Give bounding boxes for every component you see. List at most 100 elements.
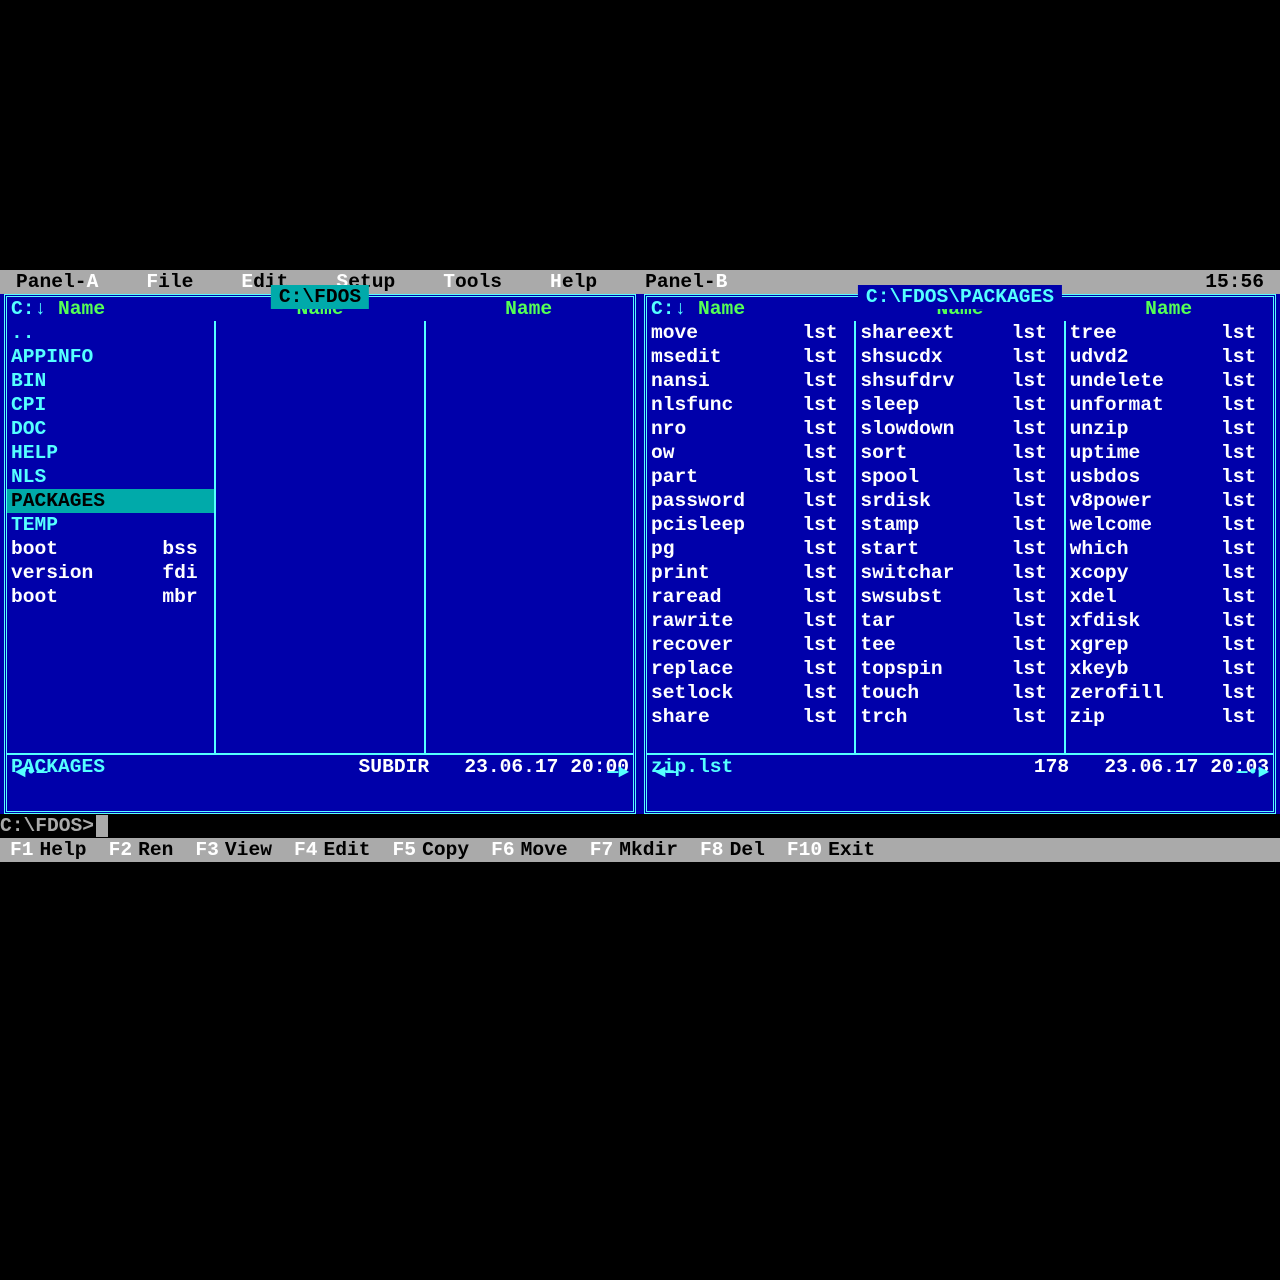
- entry-name: tar: [860, 609, 1011, 633]
- file-entry[interactable]: udvd2lst: [1066, 345, 1273, 369]
- file-entry[interactable]: startlst: [856, 537, 1063, 561]
- file-entry[interactable]: swsubstlst: [856, 585, 1063, 609]
- file-entry[interactable]: xgreplst: [1066, 633, 1273, 657]
- file-entry[interactable]: touchlst: [856, 681, 1063, 705]
- column-header[interactable]: Name: [1064, 297, 1273, 321]
- file-entry[interactable]: sleeplst: [856, 393, 1063, 417]
- directory-entry[interactable]: PACKAGES: [7, 489, 214, 513]
- fnkey-mkdir[interactable]: F7Mkdir: [580, 838, 678, 862]
- file-entry[interactable]: printlst: [647, 561, 854, 585]
- file-entry[interactable]: welcomelst: [1066, 513, 1273, 537]
- directory-entry[interactable]: ..: [7, 321, 214, 345]
- menu-item-tools[interactable]: Tools: [443, 270, 502, 294]
- entry-ext: lst: [1012, 681, 1060, 705]
- directory-entry[interactable]: HELP: [7, 441, 214, 465]
- file-entry[interactable]: recoverlst: [647, 633, 854, 657]
- menu-item-panelb[interactable]: Panel-B: [645, 270, 727, 294]
- file-entry[interactable]: zerofilllst: [1066, 681, 1273, 705]
- column-header[interactable]: C:↓ Name: [647, 297, 856, 321]
- file-entry[interactable]: pcisleeplst: [647, 513, 854, 537]
- fnkey-view[interactable]: F3View: [185, 838, 272, 862]
- file-entry[interactable]: shareextlst: [856, 321, 1063, 345]
- panel-a-footer: PACKAGES SUBDIR 23.06.17 20:00: [7, 753, 633, 777]
- entry-name: PACKAGES: [11, 489, 210, 513]
- fnkey-ren[interactable]: F2Ren: [99, 838, 174, 862]
- file-entry[interactable]: usbdoslst: [1066, 465, 1273, 489]
- file-entry[interactable]: sharelst: [647, 705, 854, 729]
- file-entry[interactable]: srdisklst: [856, 489, 1063, 513]
- file-entry[interactable]: undeletelst: [1066, 369, 1273, 393]
- directory-entry[interactable]: BIN: [7, 369, 214, 393]
- directory-entry[interactable]: TEMP: [7, 513, 214, 537]
- file-entry[interactable]: replacelst: [647, 657, 854, 681]
- file-entry[interactable]: shsucdxlst: [856, 345, 1063, 369]
- file-entry[interactable]: uptimelst: [1066, 441, 1273, 465]
- file-entry[interactable]: versionfdi: [7, 561, 214, 585]
- file-entry[interactable]: nrolst: [647, 417, 854, 441]
- fnkey-exit[interactable]: F10Exit: [777, 838, 875, 862]
- panel-b-title: C:\FDOS\PACKAGES: [858, 285, 1062, 309]
- file-entry[interactable]: xkeyblst: [1066, 657, 1273, 681]
- file-entry[interactable]: owlst: [647, 441, 854, 465]
- prompt-text: C:\FDOS>: [0, 814, 94, 838]
- file-entry[interactable]: topspinlst: [856, 657, 1063, 681]
- directory-entry[interactable]: DOC: [7, 417, 214, 441]
- entry-name: xcopy: [1070, 561, 1221, 585]
- menubar[interactable]: Panel-AFileEditSetupToolsHelpPanel-B 15:…: [0, 270, 1280, 294]
- file-entry[interactable]: teelst: [856, 633, 1063, 657]
- file-entry[interactable]: trchlst: [856, 705, 1063, 729]
- file-entry[interactable]: passwordlst: [647, 489, 854, 513]
- file-entry[interactable]: xdellst: [1066, 585, 1273, 609]
- file-entry[interactable]: bootbss: [7, 537, 214, 561]
- entry-ext: lst: [802, 537, 850, 561]
- file-entry[interactable]: ziplst: [1066, 705, 1273, 729]
- file-entry[interactable]: rareadlst: [647, 585, 854, 609]
- directory-entry[interactable]: APPINFO: [7, 345, 214, 369]
- file-entry[interactable]: unformatlst: [1066, 393, 1273, 417]
- file-entry[interactable]: switcharlst: [856, 561, 1063, 585]
- fnkey-del[interactable]: F8Del: [690, 838, 765, 862]
- entry-name: recover: [651, 633, 802, 657]
- file-entry[interactable]: v8powerlst: [1066, 489, 1273, 513]
- file-entry[interactable]: shsufdrvlst: [856, 369, 1063, 393]
- file-entry[interactable]: slowdownlst: [856, 417, 1063, 441]
- file-entry[interactable]: setlocklst: [647, 681, 854, 705]
- file-entry[interactable]: mseditlst: [647, 345, 854, 369]
- command-prompt[interactable]: C:\FDOS>: [0, 814, 1280, 838]
- file-entry[interactable]: whichlst: [1066, 537, 1273, 561]
- directory-entry[interactable]: NLS: [7, 465, 214, 489]
- file-entry[interactable]: xcopylst: [1066, 561, 1273, 585]
- column-header[interactable]: Name: [424, 297, 633, 321]
- file-entry[interactable]: partlst: [647, 465, 854, 489]
- menu-item-help[interactable]: Help: [550, 270, 597, 294]
- file-entry[interactable]: pglst: [647, 537, 854, 561]
- file-entry[interactable]: sortlst: [856, 441, 1063, 465]
- fnkey-move[interactable]: F6Move: [481, 838, 568, 862]
- menu-item-panela[interactable]: Panel-A: [16, 270, 98, 294]
- file-entry[interactable]: bootmbr: [7, 585, 214, 609]
- file-entry[interactable]: movelst: [647, 321, 854, 345]
- file-entry[interactable]: xfdisklst: [1066, 609, 1273, 633]
- fnkey-copy[interactable]: F5Copy: [383, 838, 470, 862]
- entry-ext: lst: [1012, 369, 1060, 393]
- directory-entry[interactable]: CPI: [7, 393, 214, 417]
- fnkey-edit[interactable]: F4Edit: [284, 838, 371, 862]
- entry-name: srdisk: [860, 489, 1011, 513]
- file-entry[interactable]: nlsfunclst: [647, 393, 854, 417]
- file-entry[interactable]: nansilst: [647, 369, 854, 393]
- file-entry[interactable]: spoollst: [856, 465, 1063, 489]
- function-key-bar[interactable]: F1Help F2Ren F3View F4Edit F5Copy F6Move F7Mkd…: [0, 838, 1280, 862]
- file-entry[interactable]: tarlst: [856, 609, 1063, 633]
- menu-item-file[interactable]: File: [146, 270, 193, 294]
- entry-name: msedit: [651, 345, 802, 369]
- entry-name: share: [651, 705, 802, 729]
- file-entry[interactable]: rawritelst: [647, 609, 854, 633]
- column-header[interactable]: C:↓ Name: [7, 297, 216, 321]
- file-entry[interactable]: stamplst: [856, 513, 1063, 537]
- panel-b[interactable]: C:\FDOS\PACKAGES C:↓ NameNameName movels…: [644, 294, 1276, 814]
- fnkey-help[interactable]: F1Help: [0, 838, 87, 862]
- file-entry[interactable]: treelst: [1066, 321, 1273, 345]
- panel-a[interactable]: C:\FDOS C:↓ NameNameName ..APPINFOBINCPI…: [4, 294, 636, 814]
- entry-ext: lst: [1012, 561, 1060, 585]
- file-entry[interactable]: unziplst: [1066, 417, 1273, 441]
